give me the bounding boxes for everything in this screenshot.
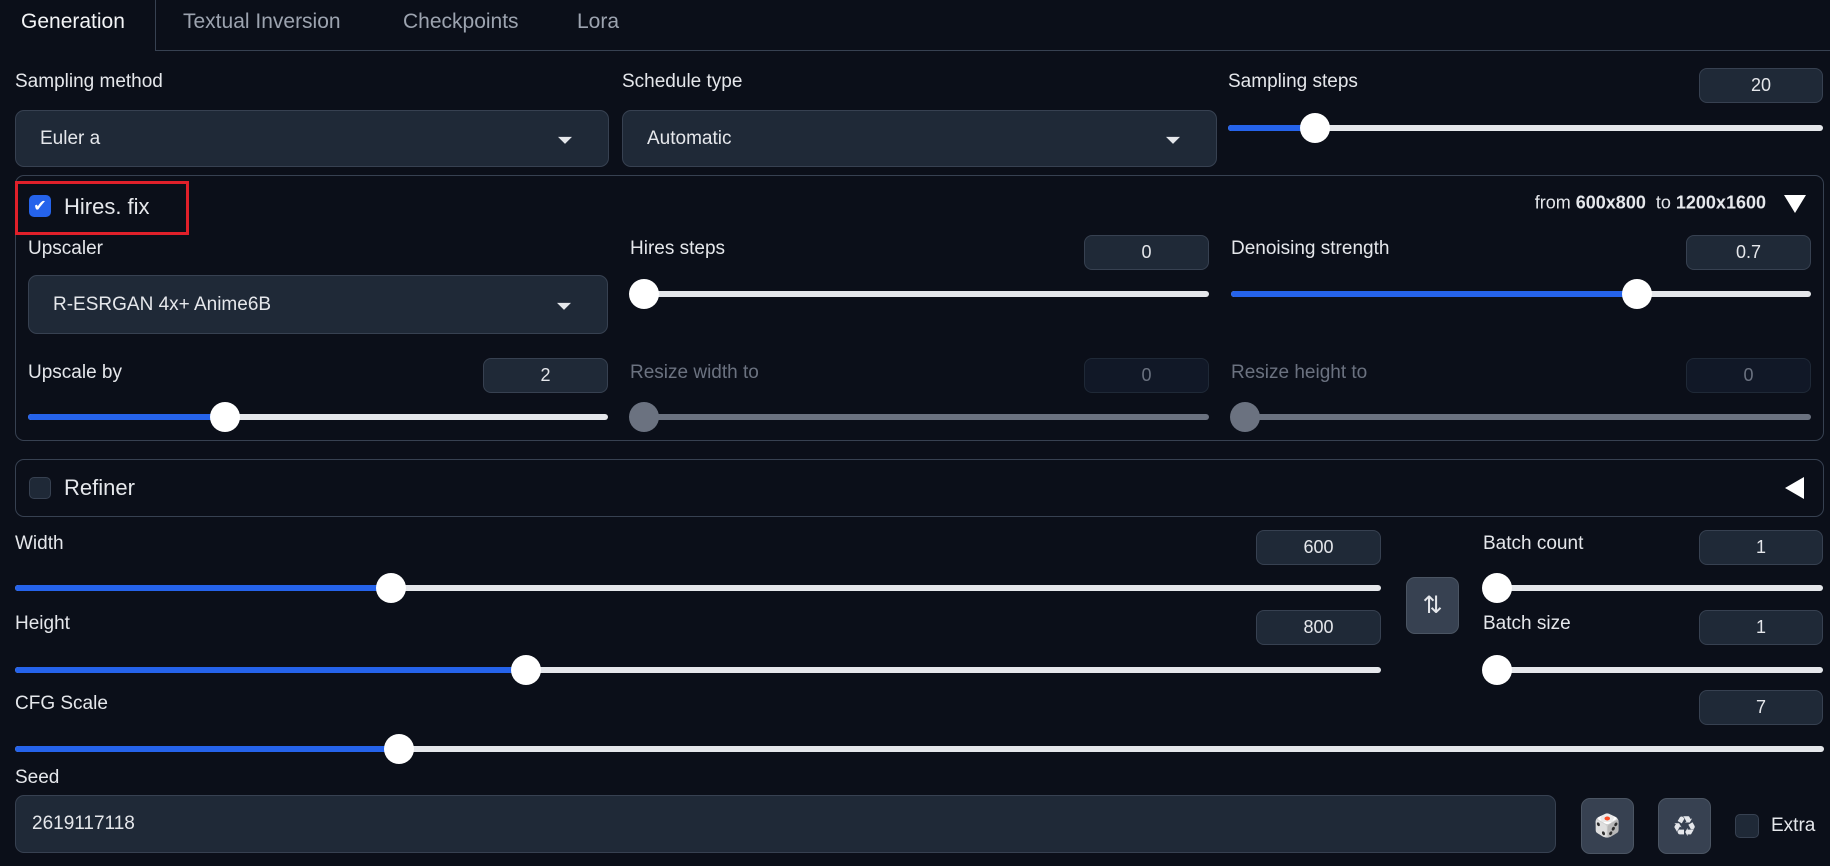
denoising-strength-label: Denoising strength [1231,238,1390,259]
upscaler-label: Upscaler [28,238,103,259]
reuse-seed-button[interactable]: ♻ [1658,798,1711,854]
summary-from-size: 600x800 [1575,192,1646,213]
cfg-scale-label: CFG Scale [15,693,108,714]
schedule-type-label: Schedule type [622,71,743,92]
cfg-scale-slider[interactable] [15,734,1824,764]
refiner-label[interactable]: Refiner [64,475,135,501]
sampling-method-value: Euler a [40,127,101,149]
slider-thumb[interactable] [1299,113,1330,143]
denoising-strength-input[interactable]: 0.7 [1686,235,1811,270]
batch-size-input[interactable]: 1 [1699,610,1823,645]
extra-label[interactable]: Extra [1771,815,1815,837]
slider-thumb[interactable] [629,402,659,432]
tab-checkpoints[interactable]: Checkpoints [403,0,519,50]
slider-thumb[interactable] [1482,573,1512,603]
hires-summary: from 600x800 to 1200x1600 [1535,193,1766,214]
swap-icon: ⇅ [1422,592,1443,619]
tab-bar-border [155,50,1830,51]
batch-size-label: Batch size [1483,613,1571,634]
resize-height-slider[interactable] [1230,402,1811,432]
extra-checkbox[interactable] [1735,814,1759,838]
denoising-strength-slider[interactable] [1231,279,1811,309]
hires-steps-label: Hires steps [630,238,726,259]
hires-steps-slider[interactable] [629,279,1209,309]
refiner-checkbox[interactable] [29,477,51,499]
slider-thumb[interactable] [510,655,541,685]
batch-size-slider[interactable] [1482,655,1823,685]
seed-input[interactable]: 2619117118 [15,795,1556,853]
slider-thumb[interactable] [210,402,241,432]
chevron-down-icon [558,136,572,144]
recycle-icon: ♻ [1671,810,1698,842]
chevron-down-icon [1166,136,1180,144]
hires-steps-input[interactable]: 0 [1084,235,1209,270]
slider-thumb[interactable] [629,279,659,309]
random-seed-button[interactable]: 🎲 [1581,798,1634,854]
resize-width-slider[interactable] [629,402,1209,432]
summary-from: from [1534,192,1571,213]
tab-lora[interactable]: Lora [577,0,619,50]
width-input[interactable]: 600 [1256,530,1381,565]
chevron-down-icon [557,302,571,310]
height-label: Height [15,613,70,634]
cfg-scale-input[interactable]: 7 [1699,690,1823,725]
hires-fix-checkbox[interactable]: ✔ [29,195,51,217]
sampling-method-label: Sampling method [15,71,163,92]
height-input[interactable]: 800 [1256,610,1381,645]
expand-triangle-icon[interactable] [1785,477,1804,499]
sampling-steps-label: Sampling steps [1228,71,1358,92]
hires-fix-label[interactable]: Hires. fix [64,194,150,220]
upscaler-dropdown[interactable]: R-ESRGAN 4x+ Anime6B [28,275,608,334]
sampling-method-dropdown[interactable]: Euler a [15,110,609,167]
upscale-by-slider[interactable] [28,402,608,432]
summary-to: to [1655,192,1671,213]
resize-width-input[interactable]: 0 [1084,358,1209,393]
swap-dimensions-button[interactable]: ⇅ [1406,577,1459,634]
seed-value: 2619117118 [32,813,135,834]
tab-textual-inversion[interactable]: Textual Inversion [183,0,341,50]
schedule-type-value: Automatic [647,127,732,149]
resize-height-label: Resize height to [1231,362,1368,383]
slider-thumb[interactable] [1482,655,1512,685]
sampling-steps-slider[interactable] [1228,113,1823,143]
batch-count-label: Batch count [1483,533,1584,554]
batch-count-input[interactable]: 1 [1699,530,1823,565]
width-slider[interactable] [15,573,1381,603]
slider-thumb[interactable] [1230,402,1260,432]
sampling-steps-input[interactable]: 20 [1699,68,1823,103]
collapse-triangle-icon[interactable] [1784,195,1806,213]
slider-thumb[interactable] [375,573,406,603]
slider-thumb[interactable] [383,734,414,764]
tab-active-border [155,0,156,51]
batch-count-slider[interactable] [1482,573,1823,603]
slider-thumb[interactable] [1622,279,1652,309]
upscaler-value: R-ESRGAN 4x+ Anime6B [53,293,272,315]
width-label: Width [15,533,64,554]
height-slider[interactable] [15,655,1381,685]
resize-height-input[interactable]: 0 [1686,358,1811,393]
tab-generation[interactable]: Generation [21,0,125,50]
schedule-type-dropdown[interactable]: Automatic [622,110,1217,167]
dice-icon: 🎲 [1593,813,1622,838]
refiner-panel[interactable] [15,459,1824,517]
resize-width-label: Resize width to [630,362,759,383]
summary-to-size: 1200x1600 [1675,192,1766,213]
upscale-by-input[interactable]: 2 [483,358,608,393]
seed-label: Seed [15,767,60,788]
upscale-by-label: Upscale by [28,362,122,383]
